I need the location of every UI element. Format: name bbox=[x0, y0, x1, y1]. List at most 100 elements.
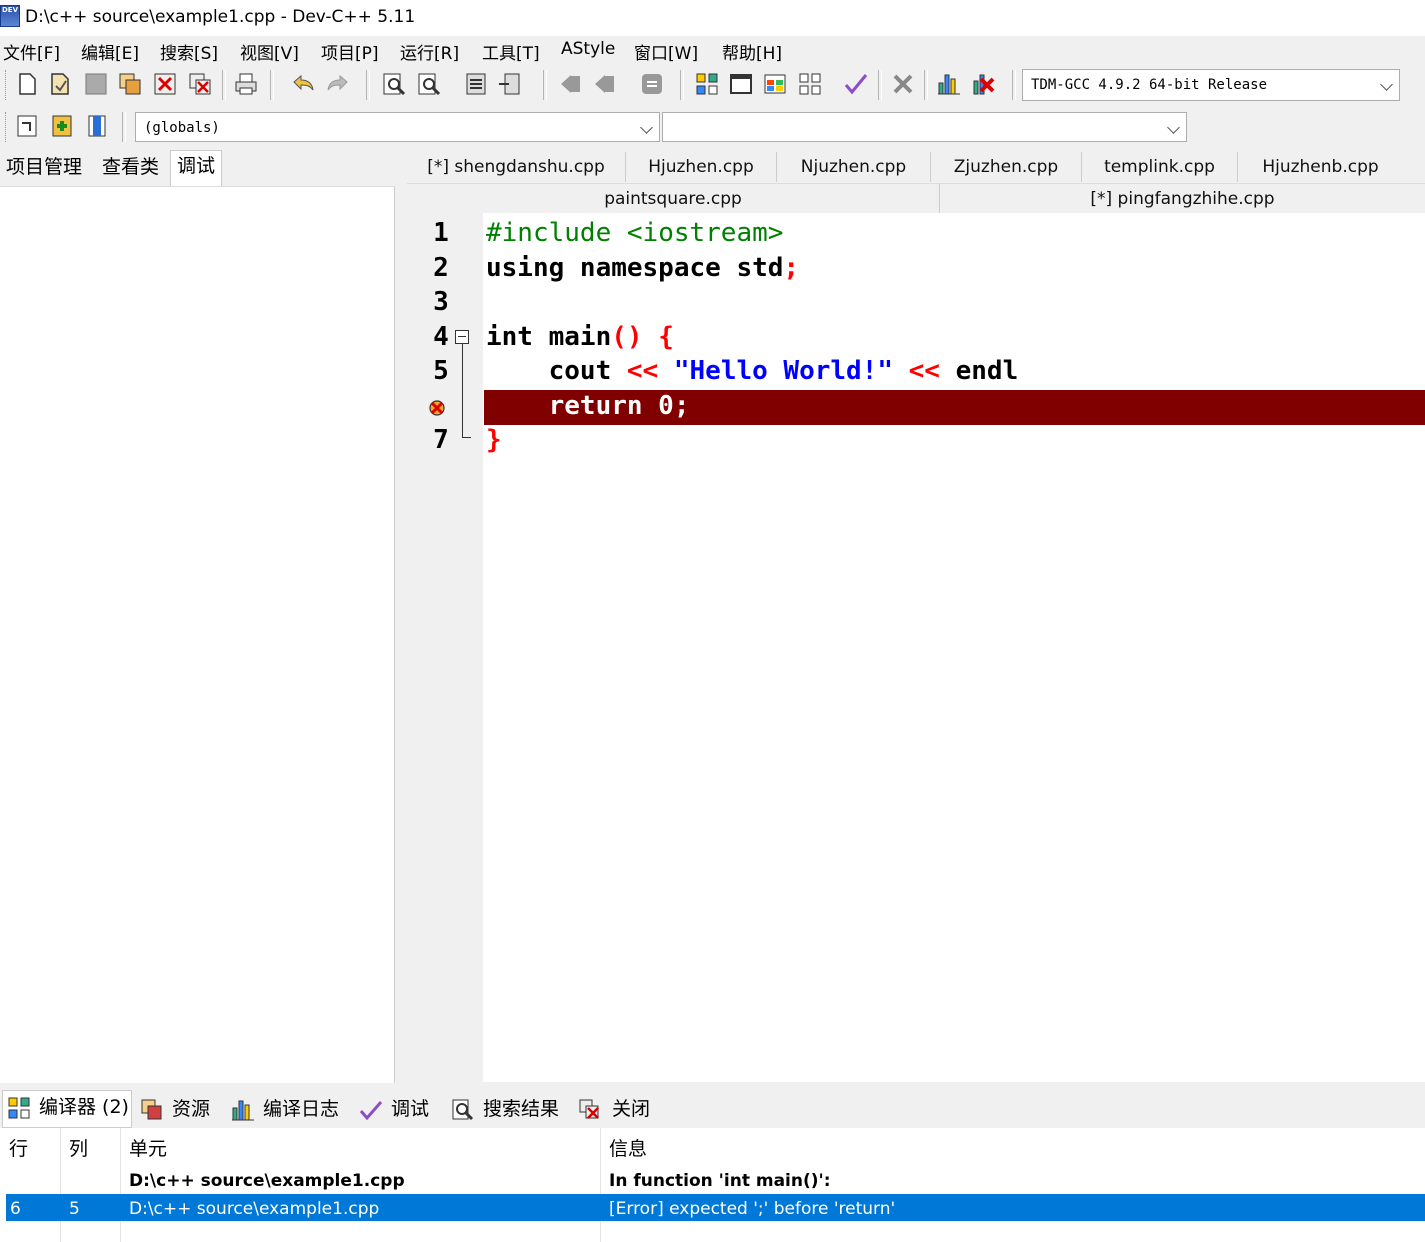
column-header-unit[interactable]: 单元 bbox=[129, 1134, 167, 1161]
syntax-check-icon[interactable] bbox=[843, 71, 869, 97]
fold-toggle-icon[interactable] bbox=[455, 330, 469, 344]
toggle-bookmark-icon[interactable] bbox=[84, 113, 110, 139]
replace-icon[interactable] bbox=[416, 71, 442, 97]
nav-back-icon[interactable] bbox=[558, 71, 584, 97]
close-file-icon[interactable] bbox=[152, 71, 178, 97]
tab-close[interactable]: 关闭 bbox=[578, 1093, 658, 1125]
window-title: D:\c++ source\example1.cpp - Dev-C++ 5.1… bbox=[25, 7, 416, 27]
menu-view[interactable]: 视图[V] bbox=[240, 39, 299, 64]
compile-run-icon[interactable] bbox=[762, 71, 788, 97]
tab-label: 编译器 (2) bbox=[39, 1096, 129, 1118]
compiler-icon bbox=[8, 1097, 30, 1119]
chevron-down-icon bbox=[640, 121, 653, 134]
tab-resources[interactable]: 资源 bbox=[138, 1093, 228, 1125]
save-all-icon[interactable] bbox=[117, 71, 143, 97]
tab-label: 搜索结果 bbox=[483, 1098, 560, 1120]
run-icon[interactable] bbox=[728, 71, 754, 97]
tab-compile-log[interactable]: 编译日志 bbox=[229, 1093, 349, 1125]
bottom-panel-tabs: 编译器 (2) 资源 编译日志 调试 搜索结果 关闭 bbox=[0, 1090, 1425, 1128]
indent-icon[interactable] bbox=[463, 71, 489, 97]
column-header-col[interactable]: 列 bbox=[69, 1134, 88, 1161]
toolbar-separator bbox=[366, 70, 370, 100]
line-number: 3 bbox=[433, 287, 449, 317]
rebuild-icon[interactable] bbox=[797, 71, 823, 97]
member-select[interactable] bbox=[662, 112, 1187, 142]
tab-debug[interactable]: 调试 bbox=[170, 150, 223, 186]
undo-icon[interactable] bbox=[290, 71, 316, 97]
menu-astyle[interactable]: AStyle bbox=[561, 39, 615, 59]
scope-select[interactable]: (globals) bbox=[135, 112, 660, 142]
tab-compiler[interactable]: 编译器 (2) bbox=[2, 1090, 132, 1128]
col-cell: 5 bbox=[69, 1199, 80, 1219]
message-cell: [Error] expected ';' before 'return' bbox=[609, 1199, 896, 1219]
insert-icon[interactable] bbox=[14, 113, 40, 139]
tab-file-active[interactable]: [*] pingfangzhihe.cpp bbox=[940, 183, 1425, 214]
tab-search-results[interactable]: 搜索结果 bbox=[449, 1093, 571, 1125]
close-icon bbox=[579, 1099, 599, 1119]
line-number-gutter[interactable]: 1 2 3 4 5 7 bbox=[407, 213, 483, 1082]
app-icon: DEV bbox=[0, 5, 20, 27]
left-panel-tabs: 项目管理 查看类 调试 bbox=[0, 150, 398, 186]
column-separator[interactable] bbox=[120, 1128, 121, 1242]
menu-run[interactable]: 运行[R] bbox=[400, 39, 459, 64]
menu-help[interactable]: 帮助[H] bbox=[722, 39, 782, 64]
tab-file[interactable]: templink.cpp bbox=[1082, 152, 1238, 182]
close-all-icon[interactable] bbox=[187, 71, 213, 97]
menu-search[interactable]: 搜索[S] bbox=[160, 39, 218, 64]
compile-icon[interactable] bbox=[694, 71, 720, 97]
tab-class-browser[interactable]: 查看类 bbox=[96, 152, 165, 184]
tab-file[interactable]: [*] shengdanshu.cpp bbox=[407, 152, 626, 182]
goto-icon[interactable] bbox=[49, 113, 75, 139]
chevron-down-icon bbox=[1167, 121, 1180, 134]
error-marker-icon bbox=[429, 400, 445, 416]
tab-file[interactable]: Njuzhen.cpp bbox=[777, 152, 931, 182]
menu-project[interactable]: 项目[P] bbox=[321, 39, 379, 64]
open-file-icon[interactable] bbox=[47, 71, 73, 97]
column-separator[interactable] bbox=[600, 1128, 601, 1242]
class-toolbar: (globals) bbox=[0, 106, 1190, 148]
toolbar-separator bbox=[1012, 70, 1016, 100]
toolbar-separator bbox=[222, 70, 226, 100]
message-cell: In function 'int main()': bbox=[609, 1171, 831, 1191]
tab-file[interactable]: Hjuzhenb.cpp bbox=[1238, 152, 1403, 182]
compiler-messages-table[interactable]: 行 列 单元 信息 D:\c++ source\example1.cpp In … bbox=[0, 1128, 1425, 1242]
profile-icon[interactable] bbox=[936, 71, 962, 97]
column-separator[interactable] bbox=[60, 1128, 61, 1242]
bookmark-icon[interactable] bbox=[639, 71, 665, 97]
fold-line bbox=[462, 344, 463, 437]
left-panel[interactable] bbox=[0, 186, 395, 1083]
unindent-icon[interactable] bbox=[497, 71, 523, 97]
toolbar-grip[interactable] bbox=[5, 112, 9, 142]
column-header-message[interactable]: 信息 bbox=[609, 1134, 647, 1161]
menu-file[interactable]: 文件[F] bbox=[3, 39, 60, 64]
new-file-icon[interactable] bbox=[14, 71, 40, 97]
tab-project-manager[interactable]: 项目管理 bbox=[0, 152, 88, 184]
code-editor[interactable]: 1 2 3 4 5 7 #include <iostream> using na… bbox=[407, 213, 1425, 1082]
print-icon[interactable] bbox=[233, 71, 259, 97]
toolbar-separator bbox=[680, 70, 684, 100]
tab-debug-output[interactable]: 调试 bbox=[357, 1093, 442, 1125]
tab-file[interactable]: paintsquare.cpp bbox=[407, 183, 940, 214]
line-number: 5 bbox=[433, 356, 449, 386]
menu-edit[interactable]: 编辑[E] bbox=[81, 39, 139, 64]
tab-file[interactable]: Hjuzhen.cpp bbox=[626, 152, 777, 182]
toolbar-grip[interactable] bbox=[5, 70, 9, 100]
save-icon[interactable] bbox=[83, 71, 109, 97]
tab-file[interactable]: Zjuzhen.cpp bbox=[931, 152, 1082, 182]
column-header-line[interactable]: 行 bbox=[9, 1134, 28, 1161]
nav-forward-icon[interactable] bbox=[592, 71, 618, 97]
redo-icon[interactable] bbox=[325, 71, 351, 97]
compiler-select[interactable]: TDM-GCC 4.9.2 64-bit Release bbox=[1022, 69, 1400, 101]
menu-tools[interactable]: 工具[T] bbox=[482, 39, 540, 64]
find-icon[interactable] bbox=[381, 71, 407, 97]
code-line-4: int main() { bbox=[486, 322, 674, 352]
compile-log-icon bbox=[232, 1100, 254, 1121]
toolbar-separator bbox=[270, 70, 274, 100]
code-line-6: return 0; bbox=[486, 391, 690, 421]
stop-execution-icon[interactable] bbox=[890, 71, 916, 97]
unit-cell: D:\c++ source\example1.cpp bbox=[129, 1199, 380, 1219]
menu-window[interactable]: 窗口[W] bbox=[634, 39, 698, 64]
delete-profile-icon[interactable] bbox=[971, 71, 997, 97]
unit-cell: D:\c++ source\example1.cpp bbox=[129, 1171, 405, 1191]
main-toolbar: TDM-GCC 4.9.2 64-bit Release bbox=[0, 64, 1425, 106]
